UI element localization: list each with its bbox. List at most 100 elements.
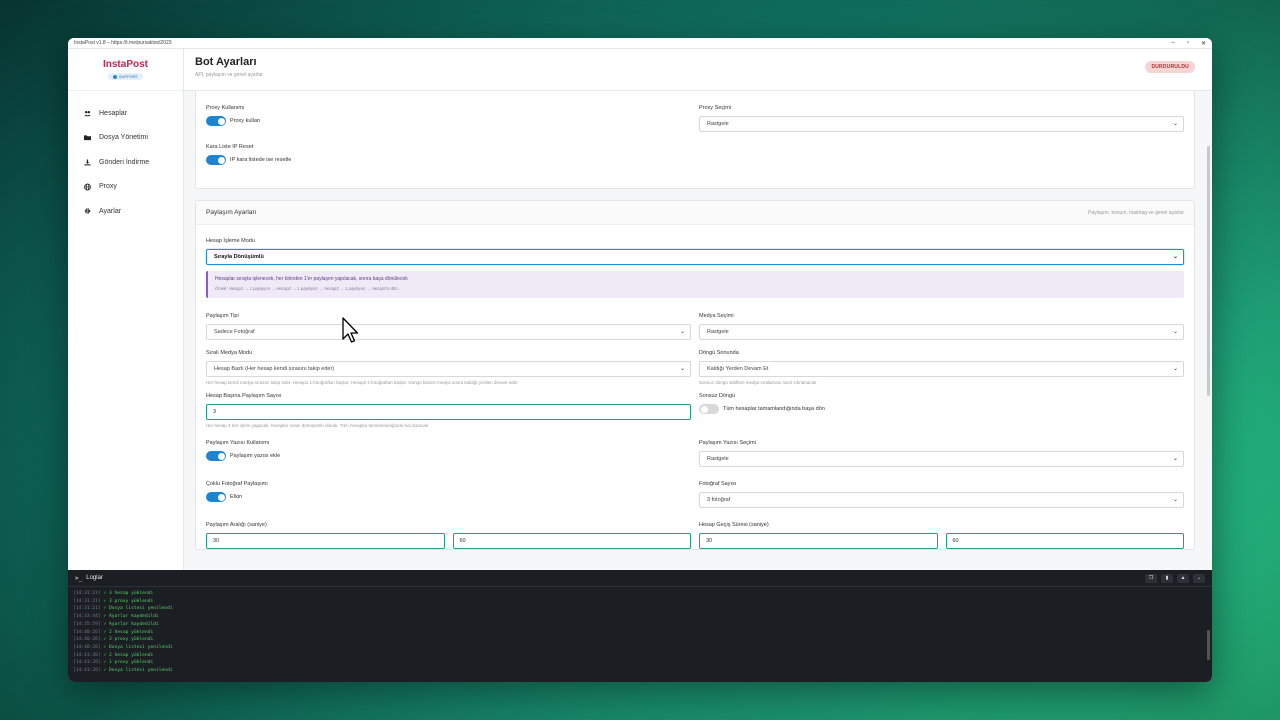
chevron-down-icon: ⌄ — [1172, 456, 1178, 462]
download-icon — [84, 159, 91, 166]
log-timestamp: [14:31:21] — [73, 591, 101, 596]
per-account-input[interactable]: 3 — [206, 404, 691, 420]
minimize-button[interactable]: – — [1171, 40, 1174, 47]
mode-info-text: Hesaplar sırayla işlenecek, her birinden… — [215, 276, 408, 282]
sidebar-item-gonderi-indirme[interactable]: Gönderi İndirme — [68, 150, 183, 175]
caption-usage-toggle-label: Paylaşım yazısı ekle — [230, 453, 281, 459]
sidebar-item-label: Gönderi İndirme — [99, 158, 150, 166]
log-line: [14:31:21] ✓ 3 proxy yüklendi — [73, 598, 1207, 606]
copy-logs-icon[interactable]: ❐ — [1145, 573, 1157, 583]
log-line: [14:40:26] ✓ 2 hesap yüklendi — [73, 629, 1207, 637]
logs-scrollbar[interactable] — [1207, 630, 1210, 660]
mouse-cursor-icon — [342, 317, 358, 343]
sidebar-item-hesaplar[interactable]: Hesaplar — [68, 101, 183, 126]
brand-name: InstaPost — [102, 59, 148, 70]
photo-count-select[interactable]: 3 fotoğraf ⌄ — [699, 492, 1184, 508]
sidebar-item-label: Hesaplar — [99, 109, 128, 117]
log-message: ✓ Ayarlar kaydedildi — [103, 614, 159, 620]
log-message: ✓ Dosya listesi yenilendi — [103, 606, 173, 612]
blacklist-reset-toggle-label: IP kara listede ise resetle — [230, 157, 292, 163]
log-line: [14:31:21] ✓ 3 hesap yüklendi — [73, 590, 1207, 598]
log-timestamp: [14:35:59] — [73, 621, 101, 627]
switch-time-label: Hesap Geçiş Süresi (saniye) — [699, 522, 769, 528]
support-badge[interactable]: SUPPORT — [107, 73, 144, 80]
close-button[interactable]: ✕ — [1201, 40, 1206, 47]
seq-media-help: Her hesap kendi medya sırasını takip ede… — [206, 380, 519, 385]
proxy-select[interactable]: Rastgele ⌄ — [699, 116, 1184, 132]
log-message: ✓ 3 hesap yüklendi — [103, 591, 154, 596]
proxy-usage-toggle[interactable] — [206, 116, 226, 126]
per-account-help: Her hesap 3 kez işlem yapacak, hesaplar … — [206, 423, 429, 428]
chevron-up-icon[interactable]: ▲ — [1177, 573, 1189, 583]
loop-end-select[interactable]: Kaldığı Yerden Devam Et ⌄ — [699, 361, 1184, 377]
log-line: [14:40:26] ✓ 3 proxy yüklendi — [73, 636, 1207, 644]
proxy-select-value: Rastgele — [707, 121, 729, 127]
caption-select[interactable]: Rastgele ⌄ — [699, 451, 1184, 467]
caption-select-label: Paylaşım Yazısı Seçimi — [699, 440, 756, 446]
sidebar-item-label: Dosya Yönetimi — [99, 134, 148, 142]
sidebar-item-ayarlar[interactable]: Ayarlar — [68, 199, 183, 224]
support-label: SUPPORT — [118, 74, 139, 79]
sidebar-item-dosya-yonetimi[interactable]: Dosya Yönetimi — [68, 126, 183, 151]
caption-usage-toggle[interactable] — [206, 451, 226, 461]
content-scrollbar[interactable] — [1207, 146, 1210, 396]
app-window: InstaPost v1.8 – https://t.me/pursaktool… — [68, 38, 1212, 682]
sidebar-item-proxy[interactable]: Proxy — [68, 175, 183, 200]
seq-media-select[interactable]: Hesap Bazlı (Her hesap kendi sırasını ta… — [206, 361, 691, 377]
chevron-down-icon: ⌄ — [1172, 329, 1178, 335]
log-message: ✓ 3 proxy yüklendi — [103, 598, 154, 604]
logs-panel: >_ Loglar ❐ ▮ ▲ ⌄ [14:31:21] ✓ 3 hesap y… — [68, 570, 1212, 682]
switch-min-input[interactable]: 30 — [699, 533, 938, 549]
media-select[interactable]: Rastgele ⌄ — [699, 324, 1184, 340]
share-settings-card: Paylaşım Ayarları Paylaşım, konum, hasht… — [195, 200, 1195, 550]
loop-end-help: Sonsuz döngü aktifken medya sıralaması n… — [699, 380, 817, 385]
status-badge: DURDURULDU — [1145, 61, 1195, 73]
infinite-loop-toggle-label: Tüm hesaplar tamamlandığında başa dön — [723, 406, 825, 412]
blacklist-reset-label: Kara Liste IP Reset — [206, 144, 254, 150]
sidebar: InstaPost SUPPORT Hesaplar Dosya Yönetim… — [68, 49, 184, 570]
mode-info-example: Örnek: Hesap1 → 1 paylaşım → Hesap2 → 1 … — [215, 286, 402, 291]
loop-end-label: Döngü Sonunda — [699, 350, 739, 356]
log-line: [14:33:44] ✓ Ayarlar kaydedildi — [73, 613, 1207, 621]
caption-usage-label: Paylaşım Yazısı Kullanımı — [206, 440, 270, 446]
log-timestamp: [14:41:20] — [73, 652, 101, 658]
switch-max-input[interactable]: 60 — [945, 533, 1184, 549]
infinite-loop-toggle[interactable] — [699, 404, 719, 414]
share-settings-title: Paylaşım Ayarları — [206, 209, 257, 216]
log-timestamp: [14:40:26] — [73, 644, 101, 650]
proxy-usage-toggle-label: Proxy kullan — [230, 118, 260, 124]
trash-icon[interactable]: ▮ — [1161, 573, 1173, 583]
blacklist-reset-toggle[interactable] — [206, 155, 226, 165]
proxy-settings-card: Proxy Kullanımı Proxy kullan Proxy Seçim… — [195, 91, 1195, 189]
maximize-button[interactable]: ▫ — [1187, 40, 1189, 47]
log-line: [14:41:20] ✓ 1 proxy yüklendi — [73, 659, 1207, 667]
logs-header: >_ Loglar ❐ ▮ ▲ ⌄ — [68, 570, 1212, 587]
log-message: ✓ 2 hesap yüklendi — [103, 629, 154, 635]
log-message: ✓ 3 proxy yüklendi — [103, 637, 154, 643]
loop-end-value: Kaldığı Yerden Devam Et — [707, 366, 769, 372]
infinite-loop-label: Sonsuz Döngü — [699, 393, 736, 399]
media-select-label: Medya Seçimi — [699, 313, 734, 319]
log-timestamp: [14:31:21] — [73, 606, 101, 612]
multi-photo-toggle[interactable] — [206, 492, 226, 502]
proxy-usage-label: Proxy Kullanımı — [206, 105, 245, 111]
log-line: [14:41:20] ✓ Dosya listesi yenilendi — [73, 667, 1207, 675]
chevron-down-icon: ⌄ — [1172, 366, 1178, 372]
account-mode-label: Hesap İşleme Modu — [206, 238, 255, 244]
account-mode-select[interactable]: Sırayla Dönüşümlü ⌄ — [206, 249, 1184, 265]
chevron-down-icon[interactable]: ⌄ — [1193, 573, 1205, 583]
gear-icon — [84, 208, 91, 215]
support-icon — [112, 74, 117, 79]
log-lines: [14:31:21] ✓ 3 hesap yüklendi [14:31:21] … — [68, 587, 1212, 678]
interval-min-input[interactable]: 30 — [206, 533, 445, 549]
log-message: ✓ Ayarlar kaydedildi — [103, 621, 159, 627]
share-type-select[interactable]: Sadece Fotoğraf ⌄ — [206, 324, 691, 340]
window-controls: – ▫ ✕ — [1171, 40, 1206, 47]
log-line: [14:31:21] ✓ Dosya listesi yenilendi — [73, 605, 1207, 613]
log-line: [14:35:59] ✓ Ayarlar kaydedildi — [73, 621, 1207, 629]
globe-icon — [84, 183, 91, 191]
title-bar: InstaPost v1.8 – https://t.me/pursaktool… — [68, 38, 1212, 49]
app-body: InstaPost SUPPORT Hesaplar Dosya Yönetim… — [68, 49, 1212, 570]
chevron-down-icon: ⌄ — [1172, 497, 1178, 503]
interval-max-input[interactable]: 60 — [452, 533, 691, 549]
